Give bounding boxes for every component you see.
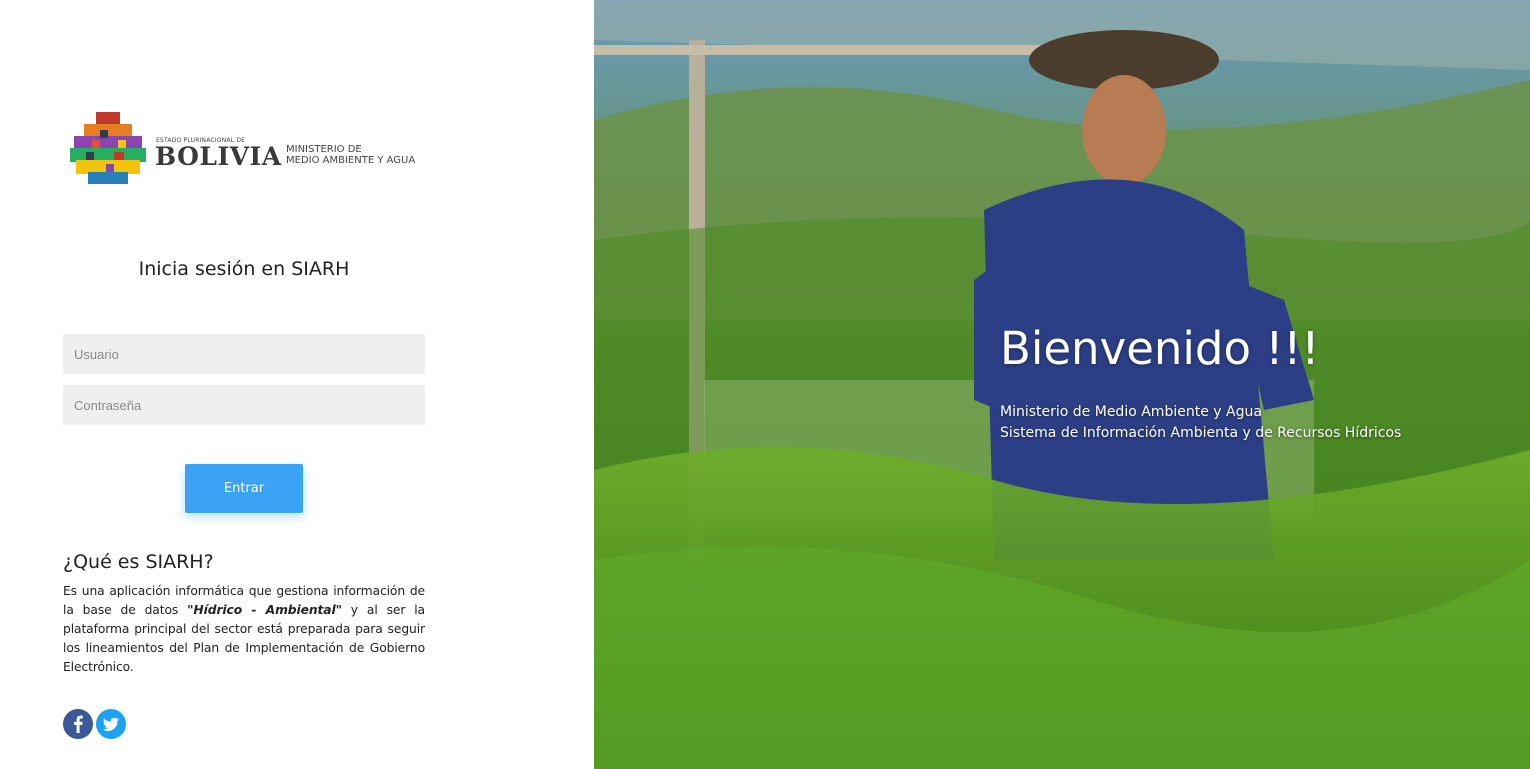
welcome-ministry: Ministerio de Medio Ambiente y Agua [1000, 404, 1262, 420]
username-input[interactable] [63, 334, 425, 374]
about-title: ¿Qué es SIARH? [63, 551, 214, 573]
twitter-icon [103, 717, 119, 731]
twitter-link[interactable] [96, 709, 126, 739]
about-description: Es una aplicación informática que gestio… [63, 582, 425, 677]
login-button[interactable]: Entrar [185, 464, 303, 513]
login-panel: ESTADO PLURINACIONAL DE BOLIVIA MINISTER… [0, 0, 594, 769]
bolivia-emblem-icon [70, 112, 146, 184]
welcome-title: Bienvenido !!! [1000, 322, 1320, 375]
ministry-logo: ESTADO PLURINACIONAL DE BOLIVIA MINISTER… [70, 112, 430, 192]
welcome-system-name: Sistema de Información Ambienta y de Rec… [1000, 425, 1402, 441]
facebook-link[interactable] [63, 709, 93, 739]
about-text-emphasis: "Hídrico - Ambiental" [187, 603, 342, 617]
hero-panel: Bienvenido !!! Ministerio de Medio Ambie… [594, 0, 1530, 769]
logo-country-text: BOLIVIA [155, 142, 282, 171]
login-title: Inicia sesión en SIARH [138, 258, 350, 280]
facebook-icon [74, 715, 83, 733]
password-input[interactable] [63, 385, 425, 425]
logo-ministry-text: MINISTERIO DE MEDIO AMBIENTE Y AGUA [286, 144, 416, 166]
farmer-watering-plants-photo [594, 0, 1530, 769]
